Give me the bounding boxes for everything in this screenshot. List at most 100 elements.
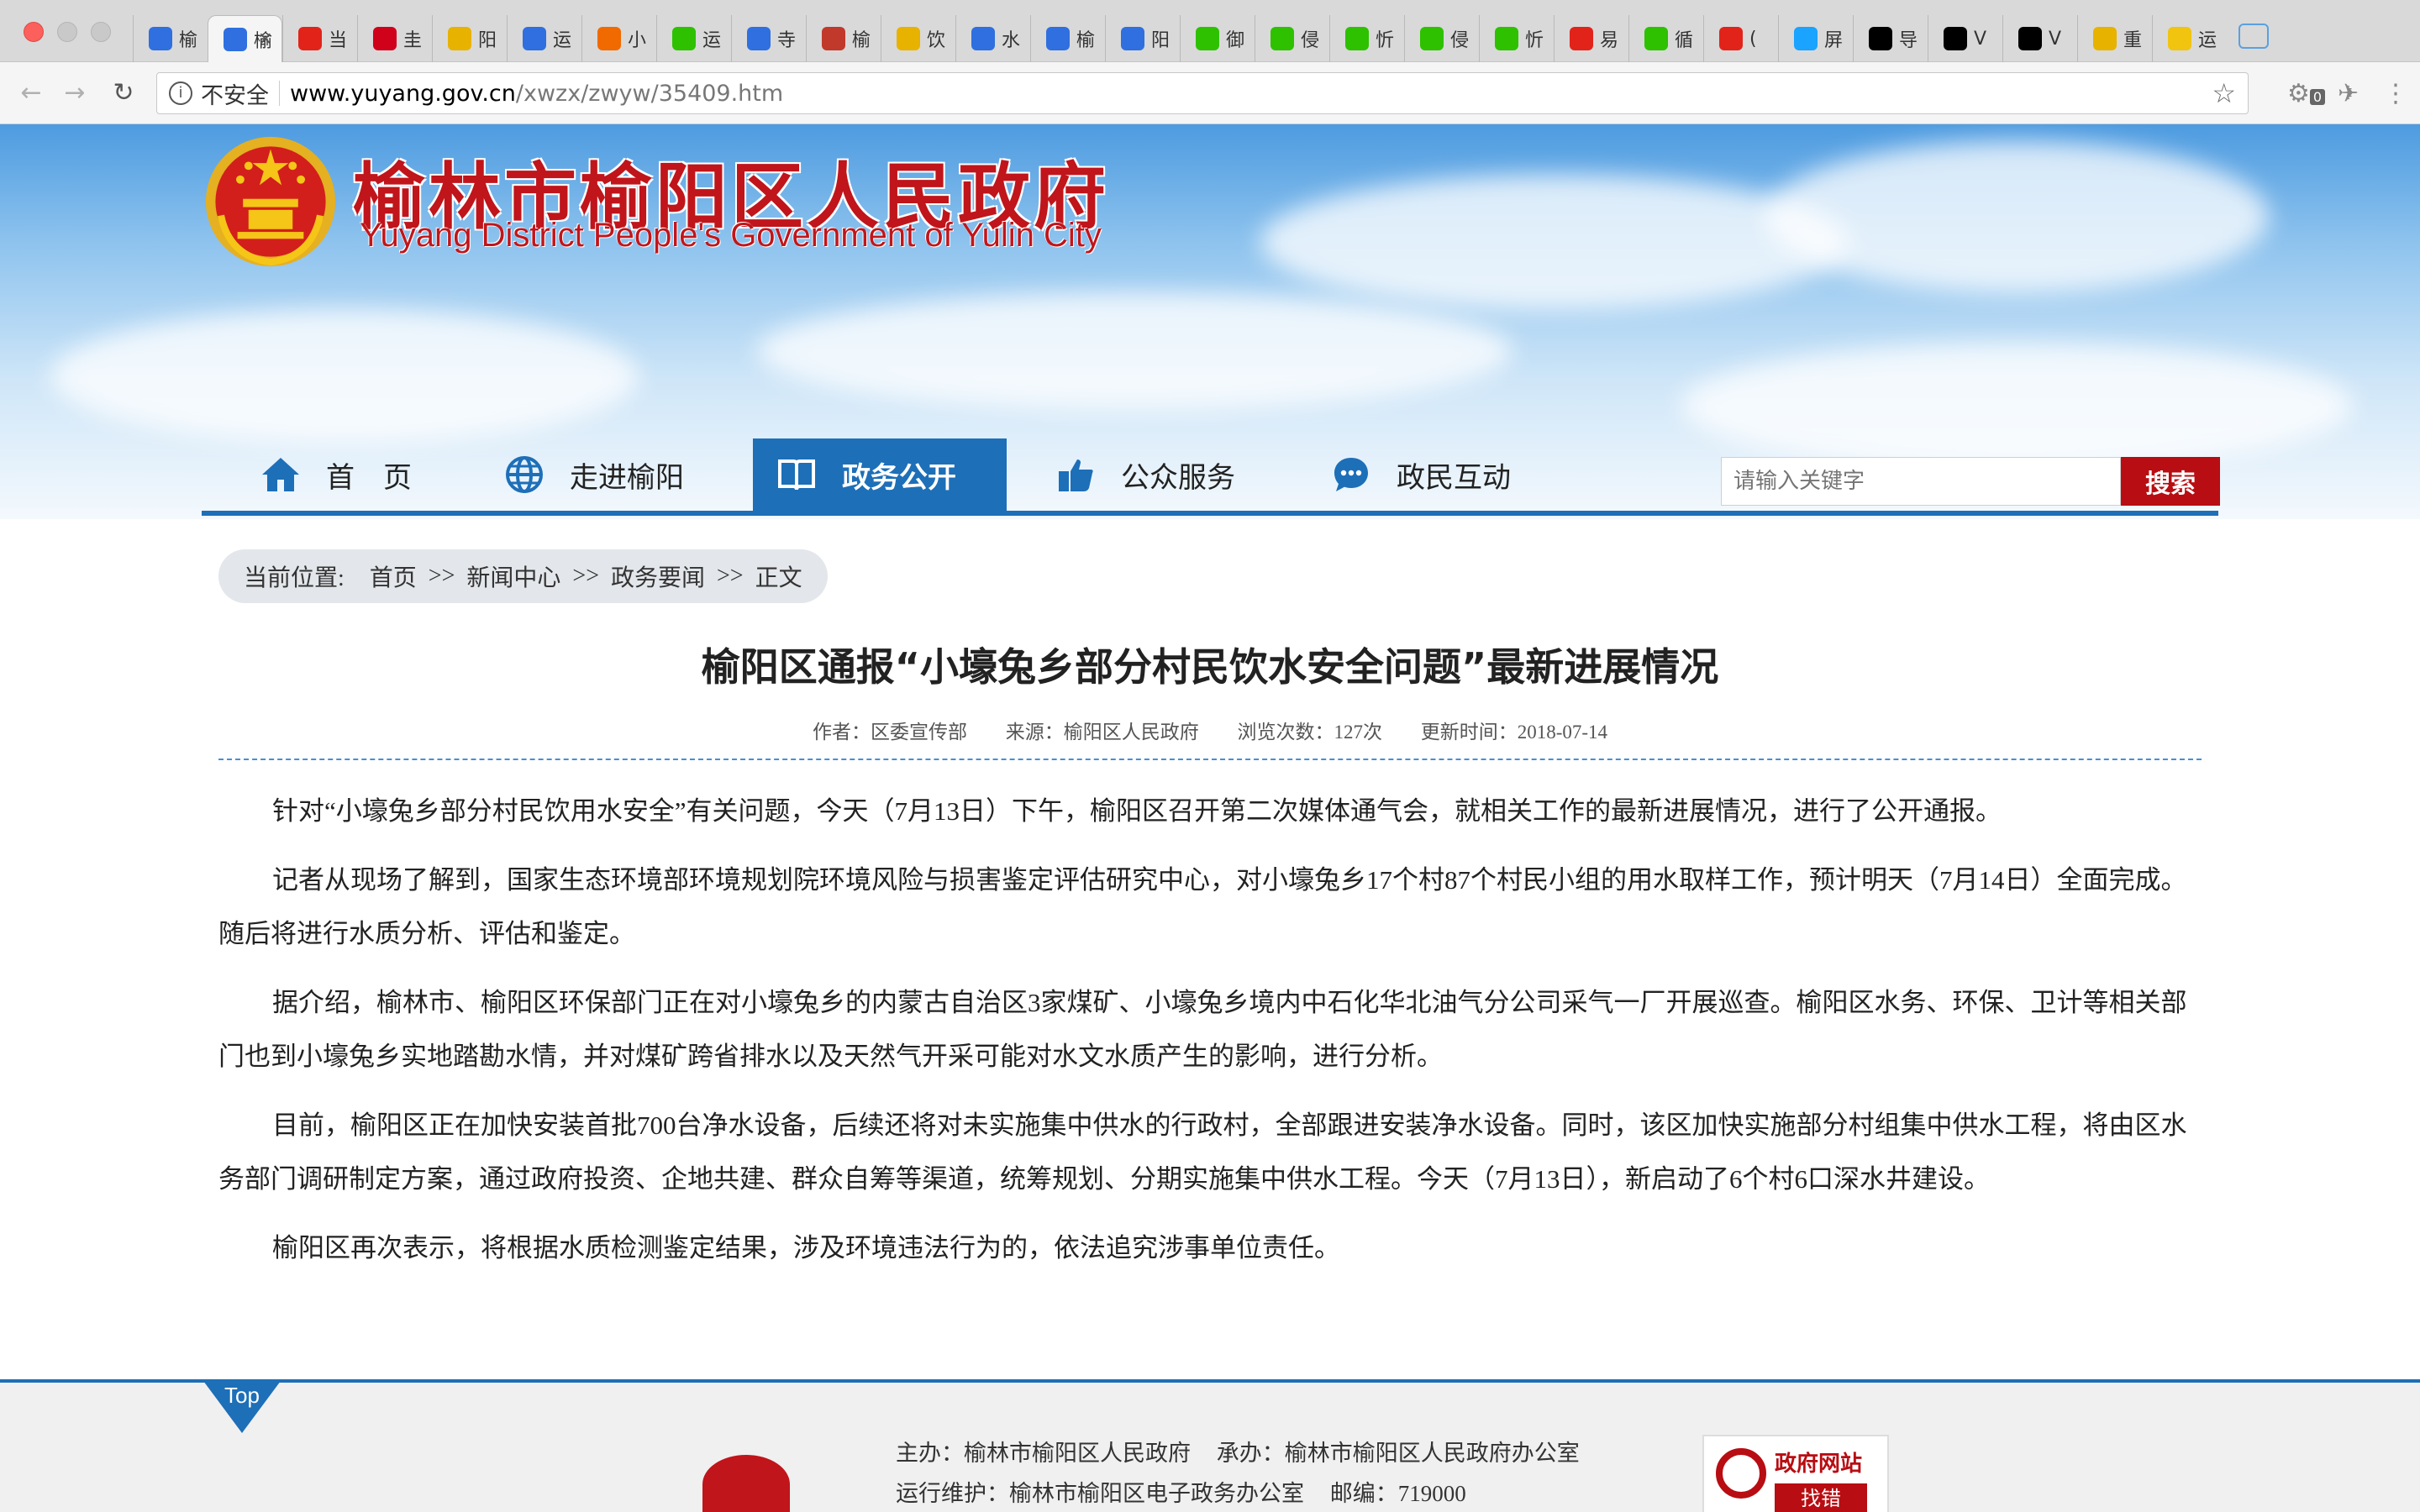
address-bar[interactable]: i 不安全 www.yuyang.gov.cn/xwzx/zwyw/35409.…: [156, 72, 2249, 114]
browser-tab[interactable]: 圭: [357, 15, 432, 62]
browser-tab-bar: 榆榆 × 当圭阳运小运寺榆饮水榆阳御侵忻侵忻易循(屏导 V V 重运: [0, 0, 2420, 62]
browser-tab[interactable]: 当: [282, 15, 357, 62]
breadcrumb-label: 当前位置:: [244, 565, 345, 591]
footer-line-1: 主办：榆林市榆阳区人民政府 承办：榆林市榆阳区人民政府办公室: [896, 1435, 1600, 1467]
browser-tab-label: 忻: [1376, 30, 1395, 51]
browser-tab-label: 小: [628, 30, 647, 51]
bilibili-tab-icon[interactable]: [2238, 24, 2269, 49]
browser-tab[interactable]: 运: [2152, 15, 2227, 62]
forward-arrow-icon[interactable]: →: [59, 77, 91, 109]
browser-tab-label: 阳: [478, 30, 497, 51]
nav-item-gov-affairs[interactable]: 政务公开: [753, 438, 1007, 511]
sogou-icon: [897, 27, 920, 50]
browser-tab[interactable]: 循: [1628, 15, 1703, 62]
footer-organizer: 承办：榆林市榆阳区人民政府办公室: [1216, 1441, 1580, 1466]
security-indicator[interactable]: 不安全: [201, 77, 269, 110]
close-tab-icon[interactable]: ×: [258, 29, 273, 50]
browser-tab-label: 御: [1226, 30, 1245, 51]
browser-tab-label: V: [2049, 28, 2062, 50]
wechat-icon: [672, 27, 696, 50]
browser-tab[interactable]: 侵: [1255, 15, 1329, 62]
browser-tab[interactable]: 小: [581, 15, 656, 62]
nav-item-public-service[interactable]: 公众服务: [1055, 438, 1235, 511]
paw-icon: [149, 27, 172, 50]
breadcrumb-gov-news-link[interactable]: 政务要闻: [611, 559, 705, 593]
nav-underline: [202, 511, 2218, 516]
article-title: 榆阳区通报“小壕兔乡部分村民饮水安全问题”最新进展情况: [701, 644, 1719, 690]
cloud-decoration: [1260, 175, 1849, 309]
paw-icon: [523, 27, 546, 50]
nav-item-interaction[interactable]: 政民互动: [1331, 438, 1511, 511]
bookmark-star-icon[interactable]: ☆: [2212, 77, 2236, 109]
window-close-button[interactable]: [24, 22, 44, 42]
back-to-top-button[interactable]: Top: [203, 1381, 281, 1433]
nav-item-label: 首 页: [326, 460, 412, 495]
article-paragraph: 榆阳区再次表示，将根据水质检测鉴定结果，涉及环境违法行为的，依法追究涉事单位责任…: [272, 1233, 1340, 1263]
nav-item-label: 政民互动: [1397, 460, 1511, 495]
browser-tab-label: 运: [702, 30, 722, 51]
browser-tab[interactable]: 运: [507, 15, 581, 62]
globe-icon: [506, 456, 543, 493]
browser-tab-label: 榆: [179, 30, 198, 51]
url-path: /xwzx/zwyw/35409.htm: [515, 80, 784, 107]
browser-tab[interactable]: 御: [1180, 15, 1255, 62]
browser-tab[interactable]: 水: [955, 15, 1030, 62]
browser-tab[interactable]: 重: [2077, 15, 2152, 62]
info-icon[interactable]: i: [169, 81, 192, 105]
browser-tab[interactable]: 阳: [432, 15, 507, 62]
browser-tab[interactable]: 寺: [731, 15, 806, 62]
extension-badge: 0: [2309, 89, 2326, 105]
browser-tab[interactable]: (: [1703, 15, 1778, 62]
browser-tab[interactable]: 侵: [1404, 15, 1479, 62]
vice-icon: [1944, 27, 1967, 50]
gov-site-error-report-button[interactable]: 政府网站 找错: [1702, 1435, 1889, 1512]
browser-tab-label: 运: [2198, 30, 2217, 51]
browser-tab[interactable]: 运: [656, 15, 731, 62]
browser-tab-label: (: [1749, 28, 1757, 50]
browser-tab[interactable]: 榆: [1030, 15, 1105, 62]
nav-item-label: 公众服务: [1121, 460, 1235, 495]
extension-icon[interactable]: ⚙ 0: [2287, 79, 2326, 108]
browser-tab[interactable]: 榆: [133, 15, 208, 62]
window-zoom-button[interactable]: [91, 22, 111, 42]
browser-tab-label: V: [1974, 28, 1987, 50]
browser-tab[interactable]: 易: [1554, 15, 1628, 62]
browser-tab[interactable]: 忻: [1329, 15, 1404, 62]
browser-tab[interactable]: 屏: [1778, 15, 1853, 62]
browser-tab[interactable]: 阳: [1105, 15, 1180, 62]
search-input[interactable]: [1721, 457, 2121, 506]
browser-menu-icon[interactable]: ⋮: [2383, 79, 2408, 108]
search-button[interactable]: 搜索: [2121, 457, 2220, 506]
breadcrumb-separator: >>: [717, 563, 744, 589]
browser-tab-label: 圭: [403, 30, 423, 51]
window-minimize-button[interactable]: [57, 22, 77, 42]
browser-tab[interactable]: 饮: [881, 15, 955, 62]
article-updated: 更新时间：2018-07-14: [1420, 722, 1608, 743]
wechat-icon: [1495, 27, 1518, 50]
vice-icon: [2018, 27, 2042, 50]
browser-tab-label: 寺: [777, 30, 797, 51]
nav-item-about[interactable]: 走进榆阳: [504, 438, 684, 511]
browser-tab[interactable]: 忻: [1479, 15, 1554, 62]
breadcrumb-news-link[interactable]: 新闻中心: [466, 559, 560, 593]
paw-icon: [971, 27, 995, 50]
reload-icon[interactable]: ↻: [108, 77, 139, 109]
browser-tab[interactable]: 榆: [806, 15, 881, 62]
party-emblem-icon: [702, 1455, 790, 1512]
browser-tab[interactable]: 导: [1853, 15, 1928, 62]
breadcrumb-home-link[interactable]: 首页: [370, 559, 417, 593]
browser-tab[interactable]: V: [1928, 15, 2002, 62]
nav-item-home[interactable]: 首 页: [260, 438, 412, 511]
bird-extension-icon[interactable]: ✈: [2338, 79, 2359, 108]
browser-tab[interactable]: V: [2002, 15, 2077, 62]
browser-tab[interactable]: 榆 ×: [208, 15, 282, 62]
mask-icon: [822, 27, 845, 50]
pointing-hand-icon: [1059, 459, 1093, 491]
sogou-icon: [597, 27, 621, 50]
url-host: www.yuyang.gov.cn: [290, 80, 516, 107]
back-arrow-icon[interactable]: ←: [15, 77, 47, 109]
footer-postcode: 邮编：719000: [1329, 1481, 1466, 1506]
wechat-icon: [1196, 27, 1219, 50]
browser-tab-label: 导: [1899, 30, 1918, 51]
site-subtitle: Yuyang District People's Government of Y…: [360, 217, 1102, 254]
